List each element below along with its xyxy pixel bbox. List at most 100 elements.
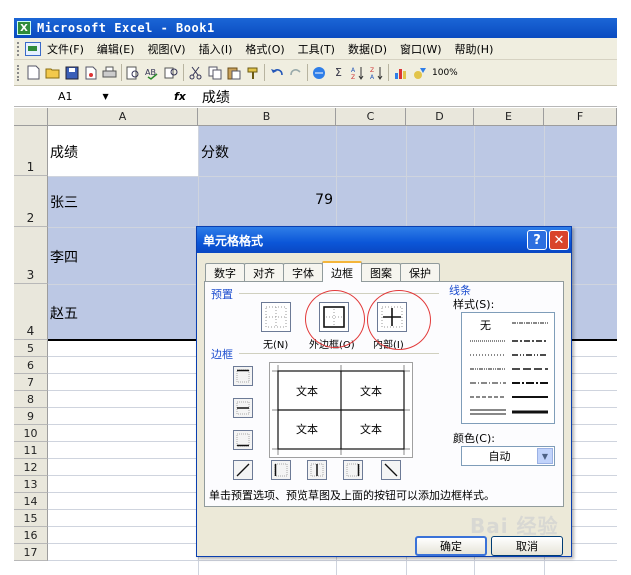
menu-file[interactable]: 文件(F) [47, 41, 84, 57]
menu-insert[interactable]: 插入(I) [199, 41, 233, 57]
dropdown-arrow-icon[interactable]: ▼ [103, 92, 109, 101]
new-icon[interactable] [25, 64, 42, 81]
column-header-e[interactable]: E [474, 108, 544, 126]
help-icon[interactable]: ? [527, 230, 547, 250]
hyperlink-icon[interactable] [311, 64, 328, 81]
column-header-b[interactable]: B [198, 108, 336, 126]
row-header[interactable]: 6 [14, 357, 48, 374]
row-header[interactable]: 9 [14, 408, 48, 425]
tab-font[interactable]: 字体 [283, 263, 323, 281]
row-header[interactable]: 2 [14, 176, 48, 227]
color-label: 颜色(C): [453, 432, 495, 445]
tab-patterns[interactable]: 图案 [361, 263, 401, 281]
menu-help[interactable]: 帮助(H) [455, 41, 494, 57]
save-icon[interactable] [63, 64, 80, 81]
column-header-c[interactable]: C [336, 108, 406, 126]
excel-icon: X [17, 21, 31, 35]
row-header[interactable]: 12 [14, 459, 48, 476]
color-select[interactable]: 自动 ▼ [461, 446, 555, 466]
border-preview[interactable]: 文本 文本 文本 文本 [269, 362, 413, 458]
row-header[interactable]: 14 [14, 493, 48, 510]
permission-icon[interactable] [82, 64, 99, 81]
sort-ascending-icon[interactable]: AZ [349, 64, 366, 81]
row-header[interactable]: 3 [14, 227, 48, 284]
border-top-button[interactable] [233, 366, 253, 386]
format-painter-icon[interactable] [244, 64, 261, 81]
menu-window[interactable]: 窗口(W) [400, 41, 441, 57]
workbook-icon[interactable] [25, 41, 41, 56]
sort-descending-icon[interactable]: ZA [368, 64, 385, 81]
column-header-f[interactable]: F [544, 108, 617, 126]
paste-icon[interactable] [225, 64, 242, 81]
undo-icon[interactable] [268, 64, 285, 81]
cell-b1[interactable]: 分数 [201, 142, 229, 162]
cell-a1[interactable]: 成绩 [50, 142, 78, 162]
cell-a3[interactable]: 李四 [50, 247, 78, 267]
row-header[interactable]: 8 [14, 391, 48, 408]
drawing-icon[interactable] [411, 64, 428, 81]
border-bottom-button[interactable] [233, 430, 253, 450]
border-top-icon [236, 369, 250, 383]
gridline [48, 560, 617, 561]
column-header-a[interactable]: A [48, 108, 198, 126]
toolbar-separator [388, 64, 389, 81]
row-header[interactable]: 16 [14, 527, 48, 544]
border-left-button[interactable] [271, 460, 291, 480]
row-header[interactable]: 15 [14, 510, 48, 527]
spelling-icon[interactable]: AB [144, 64, 161, 81]
cell-b2[interactable]: 79 [200, 192, 333, 208]
tab-number[interactable]: 数字 [205, 263, 245, 281]
menu-edit[interactable]: 编辑(E) [97, 41, 135, 57]
row-header[interactable]: 17 [14, 544, 48, 561]
name-box[interactable]: A1 ▼ [14, 88, 144, 106]
cancel-button[interactable]: 取消 [491, 536, 563, 556]
ok-button[interactable]: 确定 [415, 536, 487, 556]
preset-none-button[interactable] [261, 302, 291, 332]
autosum-icon[interactable]: Σ [330, 64, 347, 81]
column-header-d[interactable]: D [406, 108, 474, 126]
preview-crop-marks [272, 365, 410, 455]
style-label: 样式(S): [453, 298, 495, 311]
cell-a2[interactable]: 张三 [50, 192, 78, 212]
dialog-tabs: 数字 对齐 字体 边框 图案 保护 [205, 261, 440, 282]
tab-border[interactable]: 边框 [322, 261, 362, 282]
redo-icon[interactable] [287, 64, 304, 81]
menu-view[interactable]: 视图(V) [147, 41, 185, 57]
row-header[interactable]: 7 [14, 374, 48, 391]
open-icon[interactable] [44, 64, 61, 81]
research-icon[interactable] [163, 64, 180, 81]
tab-alignment[interactable]: 对齐 [244, 263, 284, 281]
select-all-corner[interactable] [14, 108, 48, 126]
row-header[interactable]: 10 [14, 425, 48, 442]
format-cells-dialog: 单元格格式 ? ✕ 数字 对齐 字体 边框 图案 保护 预置 无(N) 外边框(… [196, 226, 572, 557]
row-header[interactable]: 5 [14, 340, 48, 357]
cut-icon[interactable] [187, 64, 204, 81]
border-diagonal-up-button[interactable] [233, 460, 253, 480]
fx-icon[interactable]: fx [174, 90, 186, 103]
zoom-level[interactable]: 100% [432, 68, 458, 78]
chevron-down-icon[interactable]: ▼ [537, 448, 553, 464]
close-icon[interactable]: ✕ [549, 230, 569, 250]
border-middle-vertical-button[interactable] [307, 460, 327, 480]
tab-protection[interactable]: 保护 [400, 263, 440, 281]
border-right-button[interactable] [343, 460, 363, 480]
menu-tools[interactable]: 工具(T) [298, 41, 335, 57]
row-header[interactable]: 4 [14, 284, 48, 340]
menu-data[interactable]: 数据(D) [348, 41, 387, 57]
cell-a4[interactable]: 赵五 [50, 303, 78, 323]
print-icon[interactable] [101, 64, 118, 81]
preview-text: 文本 [360, 423, 382, 436]
print-preview-icon[interactable] [125, 64, 142, 81]
color-select-value: 自动 [488, 450, 511, 463]
menubar-grip [17, 41, 21, 56]
chart-wizard-icon[interactable] [392, 64, 409, 81]
row-header[interactable]: 11 [14, 442, 48, 459]
border-diagonal-down-button[interactable] [381, 460, 401, 480]
menu-format[interactable]: 格式(O) [245, 41, 284, 57]
line-style-list[interactable]: 无 [461, 312, 555, 424]
row-header[interactable]: 13 [14, 476, 48, 493]
row-header[interactable]: 1 [14, 126, 48, 176]
formula-input[interactable]: 成绩 [202, 87, 230, 107]
border-middle-horizontal-button[interactable] [233, 398, 253, 418]
copy-icon[interactable] [206, 64, 223, 81]
